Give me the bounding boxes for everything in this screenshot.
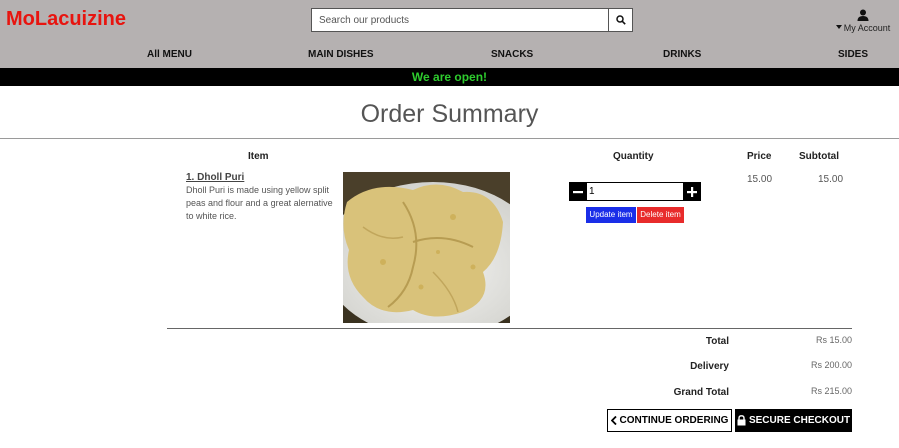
search-bar bbox=[311, 8, 633, 32]
status-text: We are open! bbox=[411, 70, 488, 84]
divider bbox=[0, 138, 899, 139]
search-input[interactable] bbox=[311, 8, 608, 32]
continue-ordering-label: CONTINUE ORDERING bbox=[619, 415, 729, 426]
column-header-quantity: Quantity bbox=[613, 151, 654, 162]
nav-drinks[interactable]: DRINKS bbox=[663, 49, 701, 60]
item-price: 15.00 bbox=[747, 174, 773, 185]
nav-all-menu[interactable]: All MENU bbox=[147, 49, 192, 60]
product-image bbox=[343, 172, 510, 323]
my-account-label: My Account bbox=[843, 22, 891, 33]
total-value: Rs 15.00 bbox=[815, 335, 852, 345]
nav-main-dishes[interactable]: MAIN DISHES bbox=[308, 49, 374, 60]
column-header-subtotal: Subtotal bbox=[799, 151, 839, 162]
nav-sides[interactable]: SIDES bbox=[838, 49, 868, 60]
product-name-link[interactable]: 1. Dholl Puri bbox=[186, 172, 244, 183]
status-banner: We are open! bbox=[0, 68, 899, 86]
product-description: Dholl Puri is made using yellow split pe… bbox=[186, 185, 333, 221]
dholl-puri-illustration bbox=[343, 172, 510, 323]
update-item-button[interactable]: Update item bbox=[586, 207, 636, 223]
column-header-price: Price bbox=[747, 151, 772, 162]
lock-icon bbox=[737, 415, 746, 426]
column-header-item: Item bbox=[248, 151, 269, 162]
total-label: Total bbox=[705, 336, 729, 347]
divider bbox=[167, 328, 852, 329]
secure-checkout-label: SECURE CHECKOUT bbox=[748, 415, 851, 426]
increase-quantity-button[interactable] bbox=[683, 182, 701, 201]
secure-checkout-button[interactable]: SECURE CHECKOUT bbox=[735, 409, 852, 432]
delivery-label: Delivery bbox=[690, 361, 729, 372]
search-button[interactable] bbox=[608, 8, 633, 32]
delete-item-button[interactable]: Delete item bbox=[637, 207, 684, 223]
plus-icon bbox=[687, 186, 697, 197]
minus-icon bbox=[573, 190, 583, 193]
caret-down-icon bbox=[835, 25, 842, 29]
grand-total-label: Grand Total bbox=[673, 387, 729, 398]
main-nav: All MENU MAIN DISHES SNACKS DRINKS SIDES bbox=[0, 47, 899, 65]
user-icon bbox=[857, 9, 869, 21]
brand-logo[interactable]: MoLacuizine bbox=[6, 8, 126, 31]
nav-snacks[interactable]: SNACKS bbox=[491, 49, 533, 60]
search-icon bbox=[615, 15, 626, 25]
page-title: Order Summary bbox=[360, 100, 539, 128]
grand-total-value: Rs 215.00 bbox=[810, 386, 852, 396]
my-account-menu[interactable]: My Account bbox=[831, 9, 895, 33]
continue-ordering-button[interactable]: CONTINUE ORDERING bbox=[607, 409, 732, 432]
decrease-quantity-button[interactable] bbox=[569, 182, 587, 201]
quantity-input[interactable] bbox=[587, 182, 683, 201]
site-header: MoLacuizine My Account All MENU MAIN DIS… bbox=[0, 0, 899, 68]
item-subtotal: 15.00 bbox=[818, 174, 844, 185]
quantity-stepper bbox=[569, 182, 701, 201]
chevron-left-icon bbox=[610, 416, 617, 425]
delivery-value: Rs 200.00 bbox=[810, 360, 852, 370]
